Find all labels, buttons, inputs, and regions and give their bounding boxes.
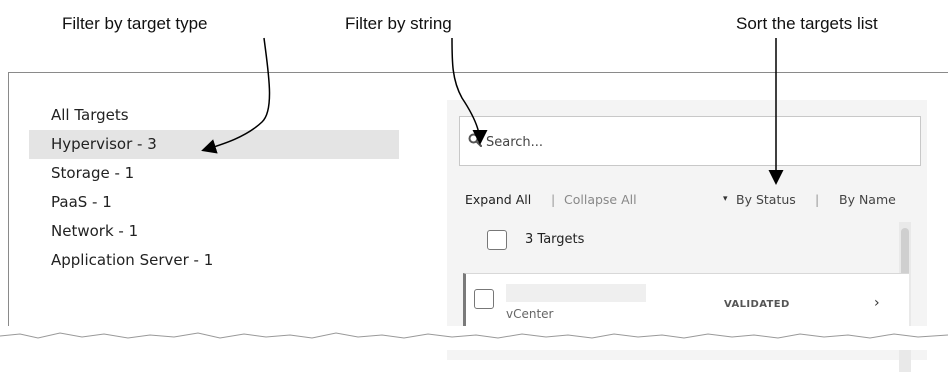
separator: |: [815, 192, 820, 207]
select-all-checkbox[interactable]: [487, 230, 507, 250]
sort-by-name-link[interactable]: By Name: [839, 192, 896, 207]
filter-item-paas[interactable]: PaaS - 1: [29, 188, 399, 217]
torn-edge: [0, 326, 948, 350]
sort-caret-icon: ▾: [723, 194, 728, 204]
search-input[interactable]: [484, 129, 908, 155]
status-badge: VALIDATED: [724, 299, 790, 310]
sort-by-status-link[interactable]: By Status: [736, 192, 796, 207]
target-count-label: 3 Targets: [525, 232, 585, 247]
separator: |: [551, 192, 556, 207]
annotation-sort-targets: Sort the targets list: [736, 14, 878, 33]
target-name-redacted: [506, 284, 646, 302]
annotation-filter-type: Filter by target type: [62, 14, 208, 33]
search-icon: [468, 133, 482, 147]
targets-window: All Targets Hypervisor - 3 Storage - 1 P…: [8, 72, 948, 372]
list-controls: Expand All | Collapse All ▾ By Status | …: [459, 192, 929, 210]
filter-item-hypervisor[interactable]: Hypervisor - 3: [29, 130, 399, 159]
target-type-filter-list: All Targets Hypervisor - 3 Storage - 1 P…: [29, 101, 399, 275]
row-checkbox[interactable]: [474, 289, 494, 309]
filter-item-all-targets[interactable]: All Targets: [29, 101, 399, 130]
target-type: vCenter: [506, 307, 554, 321]
filter-item-network[interactable]: Network - 1: [29, 217, 399, 246]
filter-item-storage[interactable]: Storage - 1: [29, 159, 399, 188]
filter-item-application-server[interactable]: Application Server - 1: [29, 246, 399, 275]
chevron-right-icon[interactable]: ›: [874, 295, 880, 311]
expand-all-link[interactable]: Expand All: [465, 192, 531, 207]
annotation-filter-string: Filter by string: [345, 14, 452, 33]
collapse-all-link[interactable]: Collapse All: [564, 192, 637, 207]
targets-panel: Expand All | Collapse All ▾ By Status | …: [447, 100, 929, 372]
search-box[interactable]: [459, 116, 921, 166]
